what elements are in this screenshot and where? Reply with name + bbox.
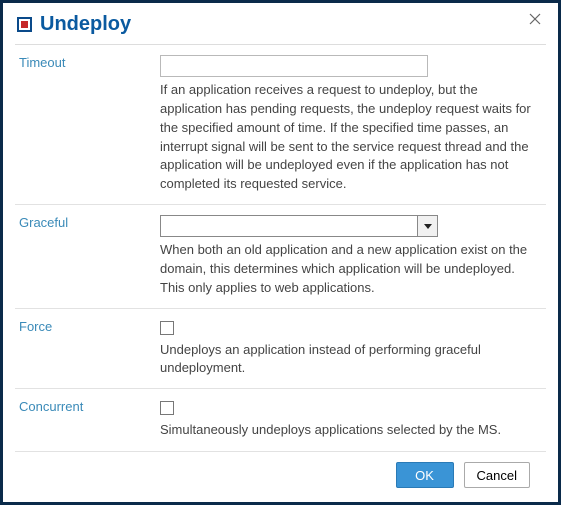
concurrent-checkbox[interactable]: [160, 401, 174, 415]
concurrent-label: Concurrent: [19, 399, 83, 414]
graceful-desc: When both an old application and a new a…: [160, 241, 540, 298]
row-concurrent: Concurrent Simultaneously undeploys appl…: [15, 389, 546, 450]
force-desc: Undeploys an application instead of perf…: [160, 341, 540, 379]
dialog-titlebar: Undeploy: [3, 3, 558, 44]
undeploy-icon: [17, 17, 32, 32]
ok-button[interactable]: OK: [396, 462, 454, 488]
force-checkbox[interactable]: [160, 321, 174, 335]
chevron-down-icon: [424, 224, 432, 229]
graceful-select-value: [161, 216, 417, 236]
graceful-select-button[interactable]: [417, 216, 437, 236]
graceful-label: Graceful: [19, 215, 68, 230]
timeout-label: Timeout: [19, 55, 65, 70]
graceful-select[interactable]: [160, 215, 438, 237]
row-timeout: Timeout If an application receives a req…: [15, 45, 546, 205]
dialog-title: Undeploy: [40, 13, 131, 36]
close-icon[interactable]: [526, 13, 544, 31]
force-label: Force: [19, 319, 52, 334]
timeout-input[interactable]: [160, 55, 428, 77]
cancel-button[interactable]: Cancel: [464, 462, 530, 488]
button-bar: OK Cancel: [15, 451, 546, 502]
timeout-desc: If an application receives a request to …: [160, 81, 540, 194]
row-force: Force Undeploys an application instead o…: [15, 309, 546, 390]
concurrent-desc: Simultaneously undeploys applications se…: [160, 421, 540, 440]
row-graceful: Graceful When both an old application an…: [15, 205, 546, 309]
form-content: Timeout If an application receives a req…: [3, 45, 558, 451]
